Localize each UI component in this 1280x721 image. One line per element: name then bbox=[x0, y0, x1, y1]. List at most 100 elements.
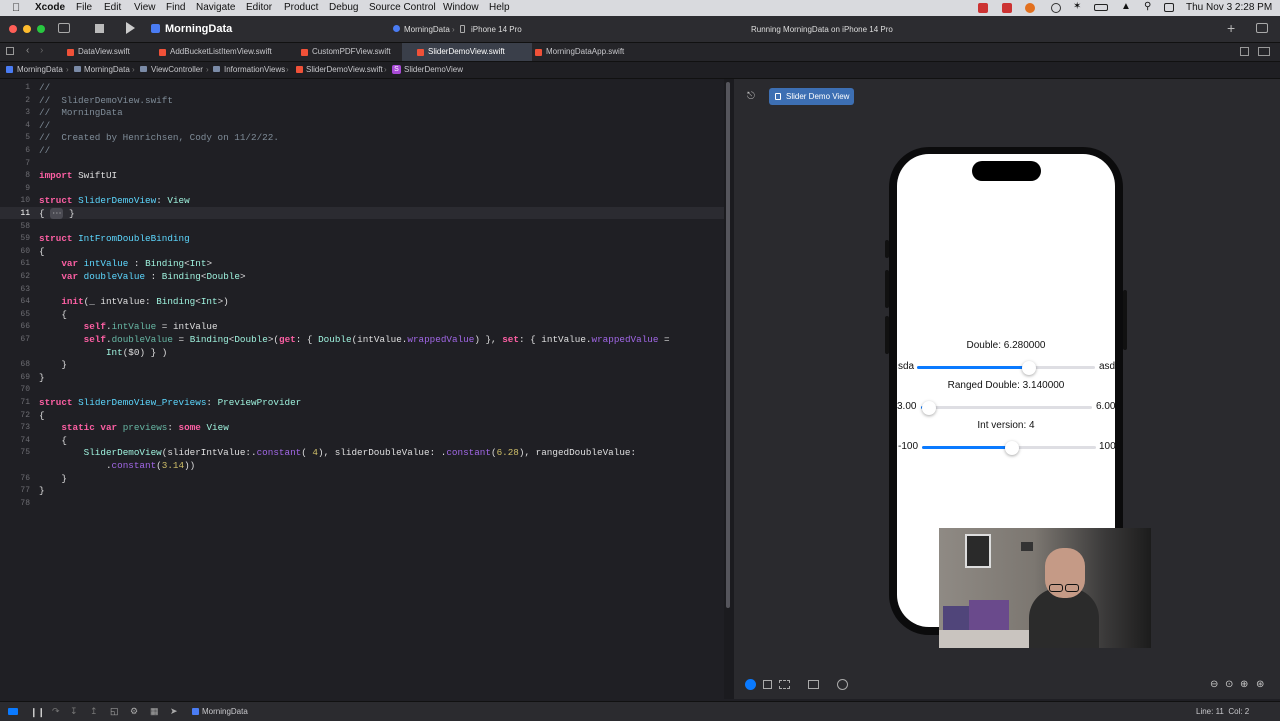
zoom-actual-icon[interactable]: ⊙ bbox=[1225, 679, 1233, 690]
breadcrumb-viewcontroller[interactable]: ViewController bbox=[151, 65, 203, 74]
step-into-icon[interactable]: ↧ bbox=[70, 706, 78, 717]
menu-product[interactable]: Product bbox=[284, 2, 318, 13]
line-number: 66 bbox=[20, 322, 30, 332]
preview-pin-button[interactable]: Slider Demo View bbox=[769, 88, 854, 105]
folder-icon bbox=[213, 66, 220, 72]
menu-view[interactable]: View bbox=[134, 2, 156, 13]
pin-icon[interactable]: ⎋ bbox=[747, 91, 755, 102]
slider-thumb[interactable] bbox=[1021, 360, 1036, 375]
extension-icon[interactable] bbox=[1051, 3, 1061, 13]
line-number: 6 bbox=[25, 146, 30, 155]
app-status-icon[interactable] bbox=[1025, 3, 1035, 13]
step-over-icon[interactable]: ↷ bbox=[52, 706, 60, 717]
environment-overrides-icon[interactable]: ▦ bbox=[150, 706, 159, 717]
debug-view-hierarchy-icon[interactable]: ◱ bbox=[110, 706, 119, 717]
chevron-right-icon: › bbox=[206, 65, 209, 74]
apple-icon[interactable]:  bbox=[12, 2, 20, 14]
slider-thumb[interactable] bbox=[922, 400, 937, 415]
grid-icon[interactable] bbox=[6, 47, 14, 55]
debug-target-label[interactable]: MorningData bbox=[202, 707, 248, 716]
line-number: 59 bbox=[20, 234, 30, 244]
navigator-toggle-icon[interactable] bbox=[58, 23, 70, 33]
editor-scrollbar[interactable] bbox=[726, 82, 730, 608]
breadcrumb-informationviews[interactable]: InformationViews bbox=[224, 65, 285, 74]
simulate-location-icon[interactable]: ➤ bbox=[170, 706, 178, 717]
code-line: // MorningData bbox=[39, 107, 123, 119]
memory-graph-icon[interactable]: ⚙ bbox=[130, 706, 138, 717]
variants-icon[interactable] bbox=[779, 680, 790, 689]
zoom-fit-icon[interactable]: ⊛ bbox=[1256, 679, 1264, 690]
zoom-window-button[interactable] bbox=[37, 25, 45, 33]
selectable-mode-icon[interactable] bbox=[763, 680, 772, 689]
menu-clock[interactable]: Thu Nov 3 2:28 PM bbox=[1186, 2, 1272, 13]
menu-navigate[interactable]: Navigate bbox=[196, 2, 235, 13]
tab-dataview[interactable]: DataView.swift bbox=[64, 43, 158, 61]
minimize-window-button[interactable] bbox=[23, 25, 31, 33]
code-line: { bbox=[39, 308, 67, 320]
close-window-button[interactable] bbox=[9, 25, 17, 33]
menu-find[interactable]: Find bbox=[166, 2, 185, 13]
screen-capture-icon[interactable] bbox=[1002, 3, 1012, 13]
battery-icon[interactable] bbox=[1094, 4, 1108, 11]
debug-area-toggle-icon[interactable] bbox=[8, 708, 18, 715]
inspector-toggle-icon[interactable] bbox=[1256, 23, 1268, 33]
back-icon[interactable]: ‹ bbox=[26, 45, 29, 56]
menu-debug[interactable]: Debug bbox=[329, 2, 358, 13]
menu-xcode[interactable]: Xcode bbox=[35, 2, 65, 13]
line-number: 69 bbox=[20, 372, 30, 382]
swift-file-icon bbox=[296, 66, 303, 73]
folder-icon bbox=[74, 66, 81, 72]
line-number: 2 bbox=[25, 95, 30, 105]
folder-icon bbox=[140, 66, 147, 72]
step-out-icon[interactable]: ↥ bbox=[90, 706, 98, 717]
stop-icon[interactable] bbox=[95, 24, 104, 33]
tab-sliderdemoview[interactable]: SliderDemoView.swift bbox=[402, 43, 532, 61]
split-editor-icon[interactable] bbox=[1258, 47, 1270, 56]
source-editor[interactable]: 1 2 3 4 5 6 7 8 9 10 11 58 59 60 61 62 63 64 65 66 67 68 69 70 7… bbox=[0, 79, 724, 699]
tab-morningdataapp[interactable]: MorningDataApp.swift bbox=[532, 43, 646, 61]
line-number: 8 bbox=[25, 171, 30, 181]
wifi-icon[interactable]: ▲ bbox=[1121, 1, 1131, 12]
editor-options-icon[interactable] bbox=[1240, 47, 1249, 56]
int-label: Int version: 4 bbox=[977, 420, 1035, 431]
code-line: // bbox=[39, 82, 51, 93]
search-icon[interactable]: ⚲ bbox=[1144, 1, 1151, 12]
menu-file[interactable]: File bbox=[76, 2, 92, 13]
breadcrumb-symbol[interactable]: SliderDemoView bbox=[404, 65, 463, 74]
menu-editor[interactable]: Editor bbox=[246, 2, 272, 13]
breadcrumb-group[interactable]: MorningData bbox=[84, 65, 130, 74]
control-center-icon[interactable] bbox=[1164, 3, 1174, 12]
live-preview-icon[interactable] bbox=[745, 679, 756, 690]
bluetooth-icon[interactable]: ✶ bbox=[1073, 1, 1081, 12]
scheme-selector[interactable]: MorningData bbox=[404, 25, 450, 34]
device-settings-icon[interactable] bbox=[808, 680, 819, 689]
color-scheme-icon[interactable] bbox=[837, 679, 848, 690]
menu-help[interactable]: Help bbox=[489, 2, 510, 13]
breadcrumb-file[interactable]: SliderDemoView.swift bbox=[306, 65, 383, 74]
preview-icon bbox=[775, 93, 781, 100]
breadcrumb-project[interactable]: MorningData bbox=[17, 65, 63, 74]
double-max-label: asd bbox=[1099, 361, 1116, 372]
tab-custompdfview[interactable]: CustomPDFView.swift bbox=[298, 43, 404, 61]
zoom-out-icon[interactable]: ⊖ bbox=[1210, 679, 1218, 690]
line-number: 3 bbox=[25, 108, 30, 118]
pause-icon[interactable]: ❙❙ bbox=[30, 707, 45, 718]
slider-thumb[interactable] bbox=[1005, 440, 1020, 455]
menu-edit[interactable]: Edit bbox=[104, 2, 121, 13]
menu-window[interactable]: Window bbox=[443, 2, 479, 13]
line-number: 73 bbox=[20, 423, 30, 433]
code-line: import SwiftUI bbox=[39, 170, 118, 182]
code-line: struct SliderDemoView: View bbox=[39, 195, 190, 207]
slider-track[interactable] bbox=[921, 406, 1092, 409]
forward-icon[interactable]: › bbox=[40, 45, 43, 56]
record-icon[interactable] bbox=[978, 3, 988, 13]
menu-source-control[interactable]: Source Control bbox=[369, 2, 436, 13]
add-icon[interactable]: + bbox=[1227, 20, 1235, 36]
zoom-in-icon[interactable]: ⊕ bbox=[1240, 679, 1248, 690]
editor-tab-bar: ‹ › DataView.swift AddBucketListItemView… bbox=[0, 43, 1280, 62]
breadcrumb: MorningData › MorningData › ViewControll… bbox=[0, 62, 1280, 79]
run-icon[interactable] bbox=[126, 22, 135, 34]
device-selector[interactable]: iPhone 14 Pro bbox=[471, 25, 522, 34]
target-icon bbox=[192, 708, 199, 715]
tab-addbucketlistitemview[interactable]: AddBucketListItemView.swift bbox=[156, 43, 290, 61]
